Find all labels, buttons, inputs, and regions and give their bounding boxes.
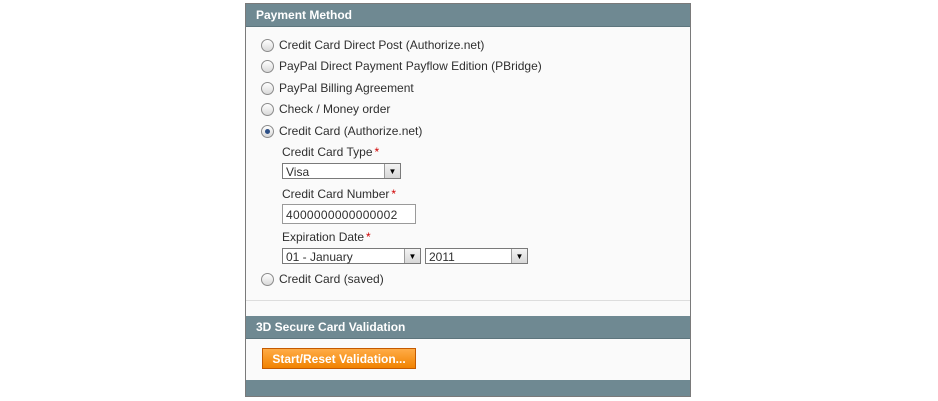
expiration-month-select[interactable]: 01 - January ▼ [282,248,421,264]
radio-option-credit-card-saved[interactable]: Credit Card (saved) [261,271,384,287]
expiration-month-value: 01 - January [286,250,353,264]
required-mark: * [391,187,397,201]
expiration-label-text: Expiration Date [282,230,365,244]
payment-method-header: Payment Method [246,4,690,27]
radio-label: Credit Card (Authorize.net) [279,124,423,138]
radio-label: Credit Card Direct Post (Authorize.net) [279,38,485,52]
secure-validation-header: 3D Secure Card Validation [246,316,690,339]
payment-method-body: Credit Card Direct Post (Authorize.net) … [246,27,690,301]
radio-label: PayPal Billing Agreement [279,81,414,95]
radio-button[interactable] [261,59,274,73]
dropdown-arrow-icon[interactable]: ▼ [404,249,420,263]
card-type-label-text: Credit Card Type [282,145,373,159]
card-number-label: Credit Card Number * [282,187,396,201]
dropdown-arrow-icon[interactable]: ▼ [384,164,400,178]
card-type-label: Credit Card Type * [282,145,379,159]
radio-option-paypal-payflow[interactable]: PayPal Direct Payment Payflow Edition (P… [261,58,542,74]
radio-button[interactable] [261,38,274,52]
required-mark: * [374,145,380,159]
card-type-value: Visa [286,165,310,179]
radio-button[interactable] [261,102,274,116]
radio-option-paypal-billing[interactable]: PayPal Billing Agreement [261,80,414,96]
card-number-label-text: Credit Card Number [282,187,390,201]
section-divider [246,300,690,301]
radio-label: PayPal Direct Payment Payflow Edition (P… [279,59,542,73]
required-mark: * [366,230,371,244]
start-reset-validation-button[interactable]: Start/Reset Validation... [262,348,416,369]
radio-option-credit-card-authorize[interactable]: Credit Card (Authorize.net) [261,123,422,139]
expiration-year-select[interactable]: 2011 ▼ [425,248,528,264]
panel-footer-bar [246,380,690,396]
radio-option-direct-post[interactable]: Credit Card Direct Post (Authorize.net) [261,37,484,53]
dropdown-arrow-icon[interactable]: ▼ [511,249,527,263]
radio-label: Credit Card (saved) [279,272,384,286]
card-number-input[interactable]: 4000000000000002 [282,204,416,224]
card-number-value: 4000000000000002 [286,208,398,222]
radio-button-selected[interactable] [261,124,274,138]
radio-option-check-money-order[interactable]: Check / Money order [261,101,390,117]
expiration-year-value: 2011 [429,250,455,264]
expiration-label: Expiration Date * [282,230,371,244]
card-type-select[interactable]: Visa ▼ [282,163,401,179]
checkout-panel: Payment Method Credit Card Direct Post (… [245,3,691,397]
radio-label: Check / Money order [279,102,391,116]
radio-button[interactable] [261,81,274,95]
radio-button[interactable] [261,272,274,286]
